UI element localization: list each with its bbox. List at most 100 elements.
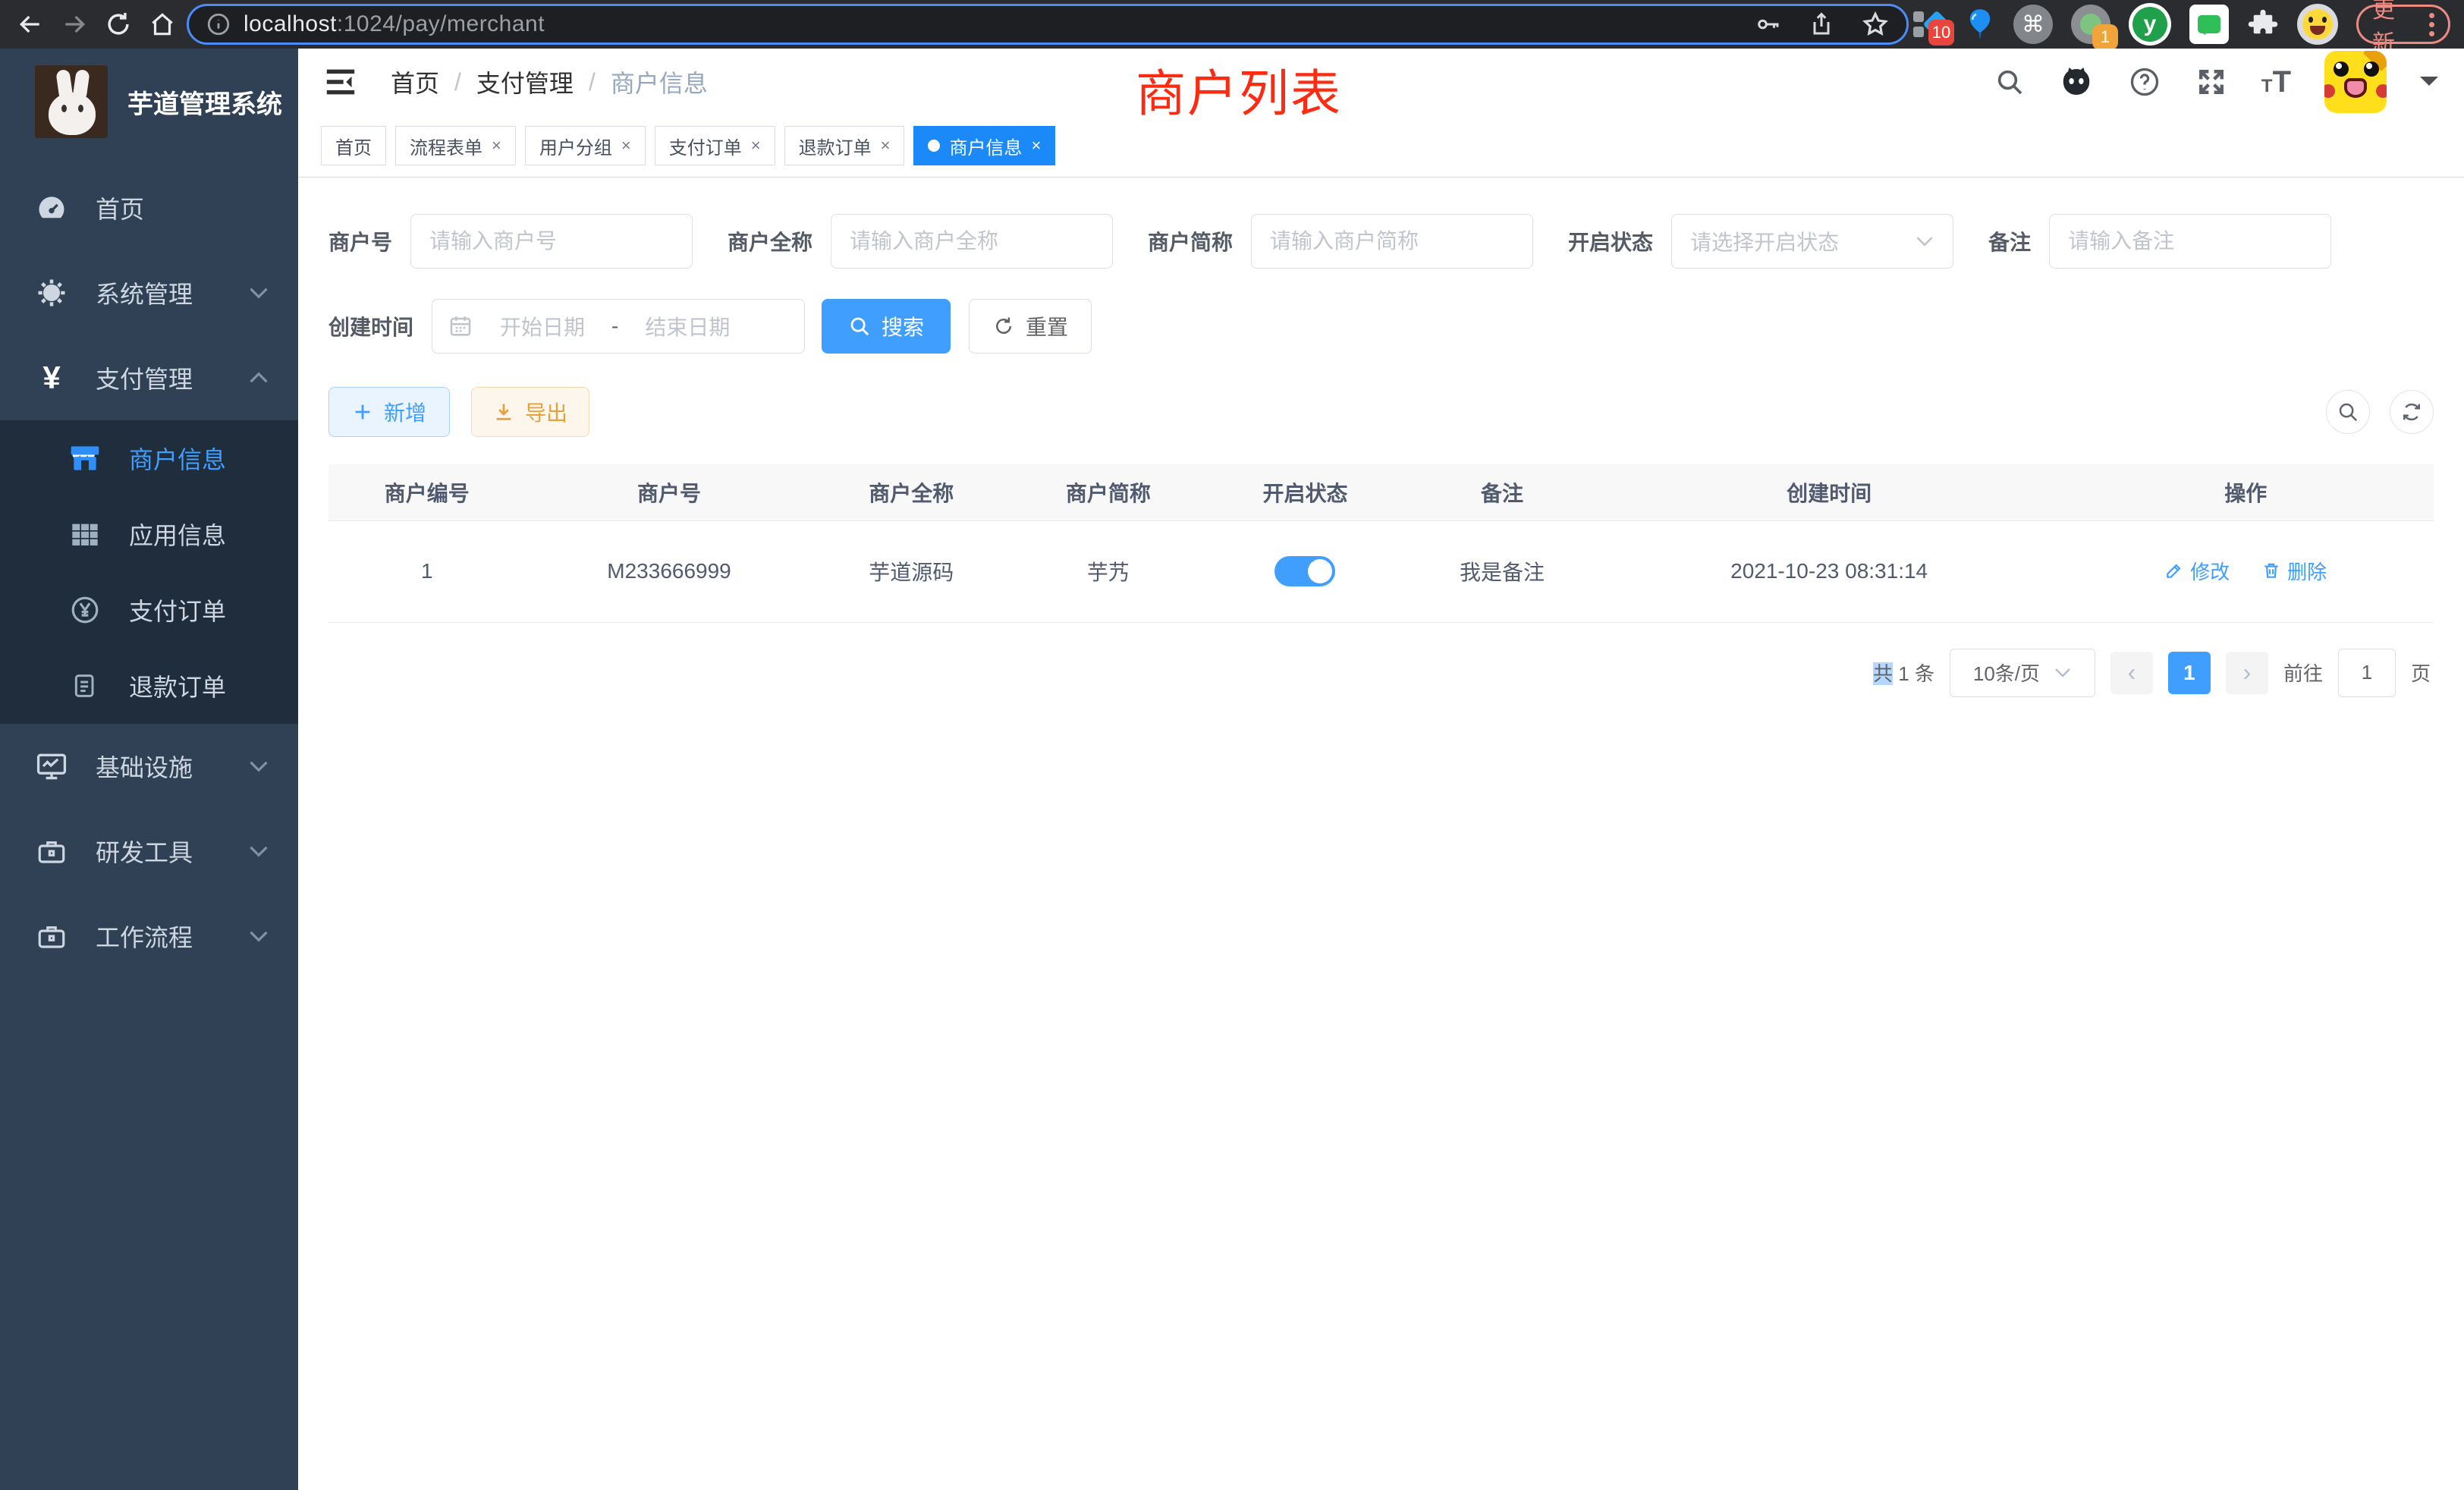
browser-home-button[interactable]: [143, 5, 182, 44]
sidebar-item-app-info[interactable]: 应用信息: [0, 496, 298, 572]
cell-create-time: 2021-10-23 08:31:14: [1601, 520, 2058, 622]
sidebar-item-pay-order[interactable]: 支付订单: [0, 572, 298, 648]
close-icon[interactable]: ×: [751, 136, 761, 156]
tab-home[interactable]: 首页: [321, 126, 386, 165]
user-menu-caret-icon[interactable]: [2420, 77, 2438, 95]
current-page[interactable]: 1: [2168, 652, 2211, 694]
col-status: 开启状态: [1207, 464, 1404, 520]
close-icon[interactable]: ×: [492, 136, 501, 156]
extension-blue-diamond-icon[interactable]: 10: [1913, 9, 1947, 39]
extension-status-dot-icon[interactable]: 1: [2071, 5, 2110, 44]
sidebar: 芋道管理系统 首页 系统管理 ¥ 支付管理: [0, 49, 298, 1490]
col-create-time: 创建时间: [1601, 464, 2058, 520]
sidebar-menu: 首页 系统管理 ¥ 支付管理 商户信息: [0, 165, 298, 979]
tab-user-group[interactable]: 用户分组×: [525, 126, 646, 165]
extension-balloon-icon[interactable]: [1965, 7, 1995, 42]
merchant-table: 商户编号 商户号 商户全称 商户简称 开启状态 备注 创建时间 操作 1 M23…: [328, 464, 2434, 623]
status-select[interactable]: 请选择开启状态: [1671, 214, 1953, 269]
tab-merchant-info[interactable]: 商户信息×: [913, 126, 1055, 165]
breadcrumb-payment[interactable]: 支付管理: [476, 64, 574, 99]
chevron-down-icon: [2054, 667, 2072, 678]
toggle-search-button[interactable]: [2326, 390, 2370, 434]
short-name-input[interactable]: [1251, 214, 1533, 269]
browser-forward-button[interactable]: [55, 5, 94, 44]
cell-status: [1207, 520, 1404, 622]
cell-full-name: 芋道源码: [812, 520, 1010, 622]
page-suffix-label: 页: [2411, 659, 2431, 687]
export-button[interactable]: 导出: [471, 387, 589, 437]
profile-avatar-icon[interactable]: [2297, 4, 2338, 45]
tab-pay-order[interactable]: 支付订单×: [655, 126, 775, 165]
sidebar-item-dev-tools[interactable]: 研发工具: [0, 809, 298, 894]
browser-menu-icon[interactable]: [2429, 13, 2434, 36]
app-logo[interactable]: 芋道管理系统: [0, 49, 298, 146]
table-row: 1 M233666999 芋道源码 芋艿 我是备注 2021-10-23 08:…: [328, 520, 2434, 622]
col-short-name: 商户简称: [1010, 464, 1207, 520]
help-icon[interactable]: [2128, 65, 2161, 99]
table-toolbar: 新增 导出: [328, 387, 2434, 437]
pagination: 共 1 条 10条/页 ‹ 1 › 前往 页: [328, 649, 2434, 697]
close-icon[interactable]: ×: [881, 136, 891, 156]
password-key-icon[interactable]: [1755, 11, 1782, 38]
breadcrumb: 首页 / 支付管理 / 商户信息: [391, 64, 708, 99]
share-icon[interactable]: [1808, 11, 1835, 38]
sidebar-item-refund-order[interactable]: 退款订单: [0, 648, 298, 724]
add-button[interactable]: 新增: [328, 387, 450, 437]
tags-view-bar: 首页 流程表单× 用户分组× 支付订单× 退款订单× 商户信息×: [298, 115, 2464, 178]
edit-link[interactable]: 修改: [2164, 557, 2230, 585]
page-size-select[interactable]: 10条/页: [1950, 649, 2095, 697]
bookmark-star-icon[interactable]: [1861, 10, 1890, 39]
font-size-icon[interactable]: TT: [2261, 65, 2291, 99]
url-bar[interactable]: localhost:1024/pay/merchant: [187, 4, 1909, 45]
sidebar-item-home[interactable]: 首页: [0, 165, 298, 250]
status-label: 开启状态: [1568, 226, 1653, 256]
browser-reload-button[interactable]: [99, 5, 138, 44]
sidebar-item-payment[interactable]: ¥ 支付管理: [0, 335, 298, 420]
refresh-button[interactable]: [2390, 390, 2434, 434]
close-icon[interactable]: ×: [621, 136, 631, 156]
goto-page-input[interactable]: [2338, 649, 2396, 697]
close-icon[interactable]: ×: [1031, 136, 1041, 156]
prev-page-button[interactable]: ‹: [2110, 652, 2153, 694]
extensions-strip: 10 ⌘ 1 y 更新: [1913, 3, 2453, 46]
remark-input[interactable]: [2049, 214, 2331, 269]
status-toggle[interactable]: [1274, 556, 1335, 586]
site-info-icon[interactable]: [206, 11, 231, 37]
date-range-picker[interactable]: 开始日期 - 结束日期: [432, 299, 805, 354]
browser-back-button[interactable]: [11, 5, 50, 44]
sidebar-item-label: 应用信息: [129, 517, 226, 552]
user-avatar[interactable]: [2324, 51, 2387, 113]
sidebar-item-label: 研发工具: [96, 834, 193, 869]
extension-chat-icon[interactable]: [2189, 5, 2229, 44]
full-name-input[interactable]: [831, 214, 1113, 269]
header-search-icon[interactable]: [1994, 67, 2025, 97]
col-merchant-id: 商户编号: [328, 464, 526, 520]
merchant-no-input[interactable]: [410, 214, 693, 269]
reset-button[interactable]: 重置: [969, 299, 1092, 354]
main-area: 首页 / 支付管理 / 商户信息 TT 首页: [298, 49, 2464, 1490]
delete-link[interactable]: 删除: [2261, 557, 2327, 585]
search-button[interactable]: 搜索: [822, 299, 951, 354]
cell-remark: 我是备注: [1403, 520, 1601, 622]
extension-y-icon[interactable]: y: [2129, 3, 2171, 46]
calendar-icon: [448, 313, 473, 339]
breadcrumb-home[interactable]: 首页: [391, 64, 439, 99]
fullscreen-icon[interactable]: [2195, 65, 2228, 99]
toolbox-icon: [33, 920, 70, 952]
date-end-placeholder: 结束日期: [630, 311, 744, 341]
sidebar-item-infrastructure[interactable]: 基础设施: [0, 724, 298, 809]
next-page-button[interactable]: ›: [2226, 652, 2268, 694]
github-icon[interactable]: [2058, 64, 2095, 100]
sidebar-item-merchant-info[interactable]: 商户信息: [0, 420, 298, 496]
short-name-label: 商户简称: [1148, 226, 1233, 256]
sidebar-collapse-icon[interactable]: [324, 67, 357, 97]
store-icon: [67, 442, 103, 475]
tab-process-form[interactable]: 流程表单×: [395, 126, 516, 165]
sidebar-item-workflow[interactable]: 工作流程: [0, 894, 298, 979]
sidebar-item-system[interactable]: 系统管理: [0, 250, 298, 335]
annotation-merchant-list: 商户列表: [1136, 53, 1342, 126]
extensions-puzzle-icon[interactable]: [2247, 8, 2279, 40]
browser-update-button[interactable]: 更新: [2356, 5, 2450, 44]
extension-command-icon[interactable]: ⌘: [2013, 5, 2053, 44]
tab-refund-order[interactable]: 退款订单×: [784, 126, 905, 165]
